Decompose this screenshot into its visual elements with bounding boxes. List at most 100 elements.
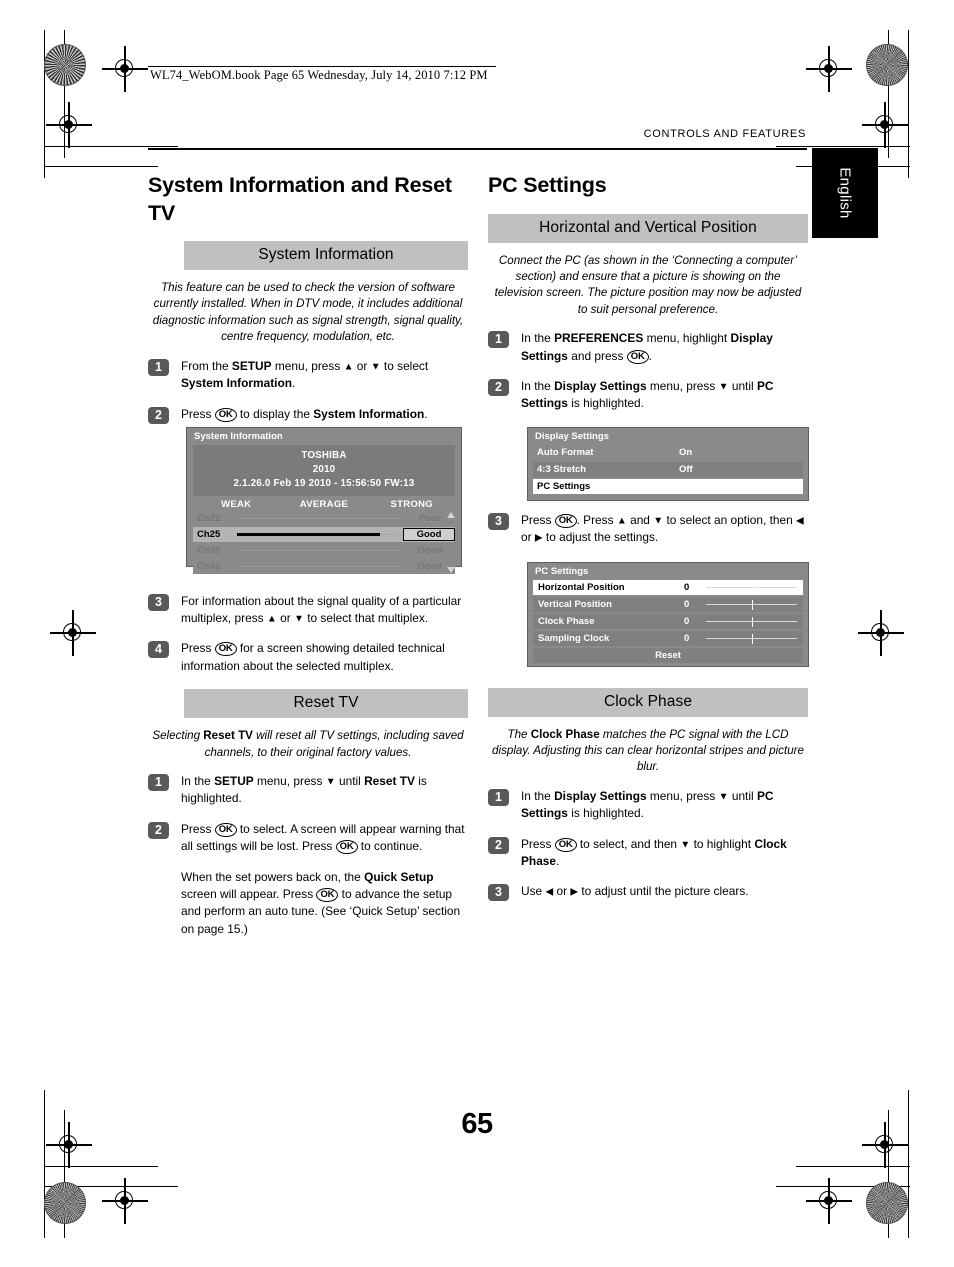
registration-mark-left-upper (46, 102, 92, 148)
step-item: 1 In the SETUP menu, press ▼ until Reset … (148, 773, 468, 808)
steps-reset-tv: 1 In the SETUP menu, press ▼ until Reset … (148, 773, 468, 856)
step-item: 2 Press OK to display the System Informat… (148, 406, 468, 424)
step-item: 2 In the Display Settings menu, press ▼ u… (488, 378, 808, 413)
file-stamp-rule (148, 66, 496, 67)
scroll-down-icon[interactable] (447, 566, 455, 573)
registration-mark-right-middle (858, 610, 904, 656)
page-title-right: PC Settings (488, 173, 607, 197)
osd-display-settings-title: Display Settings (535, 431, 609, 442)
osd-multiplex-row[interactable]: Ch46 Good (193, 558, 455, 574)
step-text: From the SETUP menu, press ▲ or ▼ to sel… (181, 358, 429, 391)
step-number-badge: 2 (488, 836, 509, 854)
osd-setting-label: Sampling Clock (538, 633, 610, 644)
step-text: In the Display Settings menu, press ▼ un… (521, 379, 774, 411)
section-reset-tv: Reset TV Selecting Reset TV will reset a… (148, 689, 468, 938)
osd-pc-settings: PC Settings Horizontal Position 0 Vertical… (527, 562, 809, 667)
reset-tv-continuation: When the set powers back on, the Quick S… (181, 869, 461, 936)
osd-brand-line: TOSHIBA (301, 450, 347, 461)
osd-setting-label: Vertical Position (538, 599, 612, 610)
osd-setting-slider[interactable] (706, 582, 797, 594)
osd-multiplex-row[interactable]: Ch25 Good (193, 526, 455, 542)
osd-pc-settings-row[interactable]: Vertical Position 0 (533, 597, 803, 612)
osd-setting-label: Auto Format (537, 447, 594, 458)
step-text: Press OK. Press ▲ and ▼ to select an opt… (521, 512, 804, 545)
step-number-badge: 1 (148, 774, 169, 791)
running-head: CONTROLS AND FEATURES (643, 128, 806, 140)
osd-setting-value: 0 (684, 582, 690, 593)
page-number: 65 (461, 1108, 493, 1140)
section-blurb-system-information: This feature can be used to check the ve… (152, 281, 464, 344)
step-text: Use ◀ or ▶ to adjust until the picture c… (521, 884, 749, 899)
step-number-badge: 3 (488, 512, 509, 530)
osd-setting-label: PC Settings (537, 481, 591, 492)
osd-setting-value: 0 (684, 599, 690, 610)
step-number-badge: 2 (488, 379, 509, 397)
step-text: Press OK to display the System Informati… (181, 406, 428, 422)
step-item: 1 From the SETUP menu, press ▲ or ▼ to se… (148, 358, 468, 393)
osd-setting-value: 0 (684, 633, 690, 644)
osd-pc-settings-rows: Horizontal Position 0 Vertical Position 0 Cl… (528, 580, 808, 646)
osd-display-settings-row[interactable]: 4:3 Stretch Off (533, 462, 803, 477)
section-heading-system-information: System Information (184, 241, 468, 271)
header-rule (148, 148, 807, 150)
osd-reset-button[interactable]: Reset (533, 648, 803, 663)
osd-scale-label: STRONG (390, 498, 433, 510)
osd-pc-settings-title: PC Settings (535, 566, 589, 577)
step-item: 1 In the Display Settings menu, press ▼ u… (488, 788, 808, 823)
osd-pc-settings-row[interactable]: Clock Phase 0 (533, 614, 803, 629)
osd-brand-box: TOSHIBA 2010 2.1.26.0 Feb 19 2010 - 15:56:… (193, 445, 455, 496)
osd-multiplex-row[interactable]: Ch22 Poor (193, 510, 455, 526)
step-number-badge: 1 (148, 358, 169, 376)
page-title-left: System Information and Reset TV (148, 173, 452, 225)
step-number-badge: 2 (148, 406, 169, 424)
registration-mark-top-left (102, 46, 148, 92)
osd-channel-label: Ch35 (197, 544, 221, 556)
step-text: In the Display Settings menu, press ▼ un… (521, 788, 774, 821)
step-number-badge: 2 (148, 821, 169, 839)
osd-display-settings-row[interactable]: PC Settings (533, 479, 803, 494)
section-blurb-clock-phase: The Clock Phase matches the PC signal wi… (492, 727, 804, 774)
step-number-badge: 3 (488, 884, 509, 902)
step-item: 3 For information about the signal qualit… (148, 593, 468, 628)
section-heading-clock-phase: Clock Phase (488, 687, 808, 717)
osd-display-settings-row[interactable]: Auto Format On (533, 445, 803, 460)
osd-multiplex-row[interactable]: Ch35 Good (193, 542, 455, 558)
language-tab: English (812, 148, 878, 238)
step-text: For information about the signal quality… (181, 593, 462, 625)
osd-setting-label: Horizontal Position (538, 582, 625, 593)
osd-brand-line: 2.1.26.0 Feb 19 2010 - 15:56:50 FW:13 (233, 477, 415, 489)
section-blurb-reset-tv: Selecting Reset TV will reset all TV set… (152, 729, 464, 759)
osd-pc-settings-row[interactable]: Sampling Clock 0 (533, 631, 803, 646)
step-item: 2 Press OK to select, and then ▼ to highl… (488, 836, 808, 871)
osd-setting-label: Clock Phase (538, 616, 595, 627)
scroll-up-icon[interactable] (447, 511, 455, 518)
step-text: Press OK to select, and then ▼ to highli… (521, 836, 787, 869)
osd-channel-label: Ch46 (197, 560, 221, 572)
osd-scrollbar[interactable] (447, 511, 456, 574)
star-target-bottom-right (866, 1182, 908, 1224)
step-number-badge: 1 (488, 331, 509, 349)
registration-mark-right-upper (862, 102, 908, 148)
osd-signal-scale: WEAK AVERAGE STRONG (193, 499, 455, 510)
osd-pc-settings-row[interactable]: Horizontal Position 0 (533, 580, 803, 595)
step-item: 1 In the PREFERENCES menu, highlight Disp… (488, 330, 808, 365)
osd-signal-meter (237, 560, 401, 572)
osd-display-settings-rows: Auto Format On 4:3 Stretch Off PC Settings (528, 445, 808, 494)
star-target-bottom-left (44, 1182, 86, 1224)
osd-display-settings: Display Settings Auto Format On 4:3 Stretc… (527, 427, 809, 501)
section-heading-horizontal-vertical-position: Horizontal and Vertical Position (488, 213, 808, 243)
section-horizontal-vertical-position: Horizontal and Vertical Position Connect… (488, 213, 808, 413)
step-number-badge: 1 (488, 788, 509, 806)
osd-setting-label: 4:3 Stretch (537, 464, 587, 475)
osd-setting-slider[interactable] (706, 616, 797, 628)
step-number-badge: 3 (148, 593, 169, 611)
step-number-badge: 4 (148, 641, 169, 659)
star-target-top-right (866, 44, 908, 86)
section-clock-phase: Clock Phase The Clock Phase matches the … (488, 687, 808, 902)
steps-hv-position-bottom: 3 Press OK. Press ▲ and ▼ to select an op… (488, 512, 808, 547)
steps-system-information-top: 1 From the SETUP menu, press ▲ or ▼ to se… (148, 358, 468, 424)
star-target-top-left (44, 44, 86, 86)
osd-system-information: System Information TOSHIBA 2010 2.1.26.0 F… (186, 427, 462, 574)
osd-setting-slider[interactable] (706, 599, 797, 611)
osd-setting-slider[interactable] (706, 633, 797, 645)
